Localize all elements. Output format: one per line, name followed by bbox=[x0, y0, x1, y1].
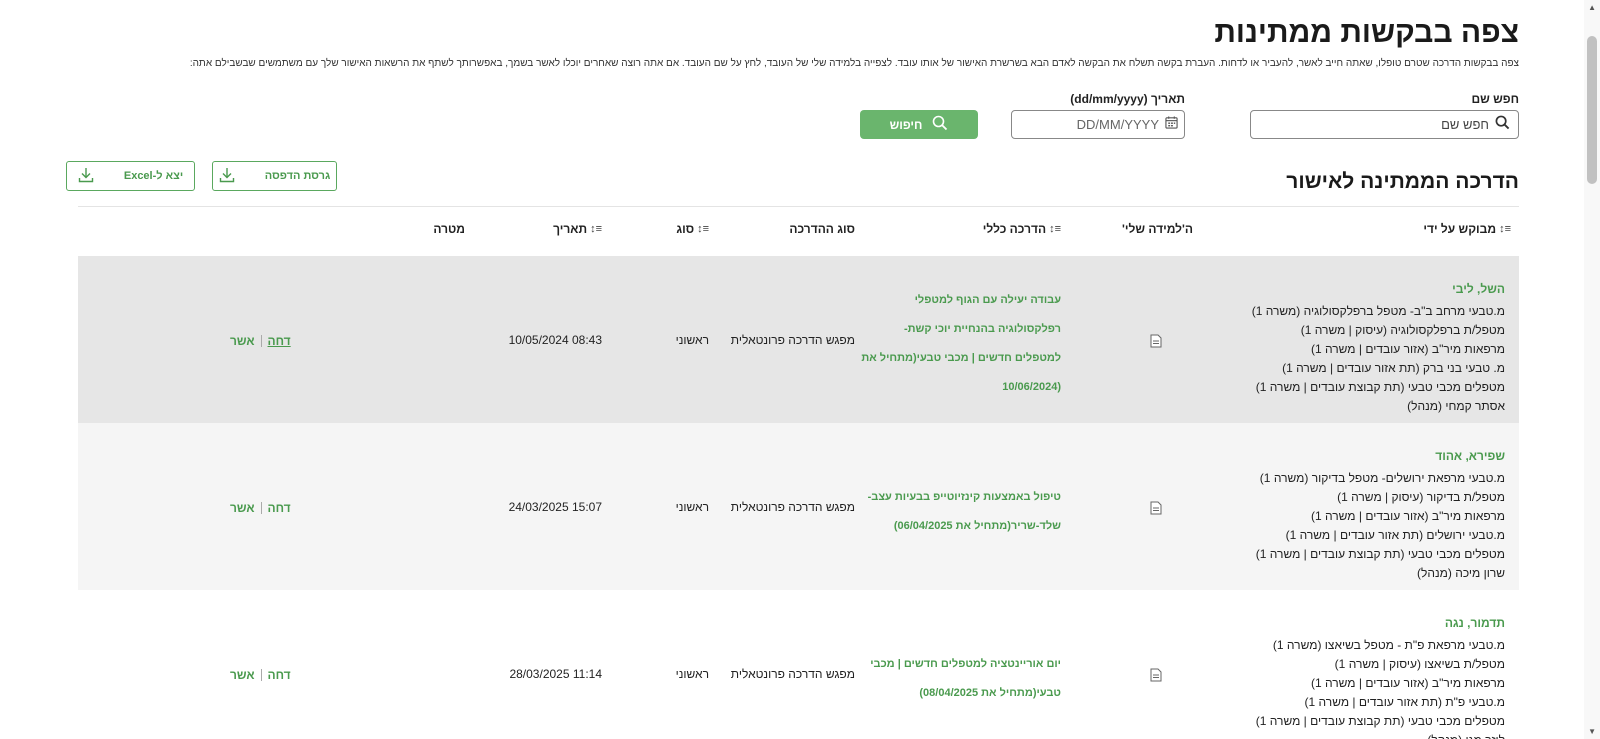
search-icon bbox=[932, 115, 948, 134]
course-link[interactable]: טיפול באמצעות קינזיוטייפ בבעיות עצב- שלד… bbox=[861, 483, 1061, 541]
employee-detail: מרפאות מיר"ב (אזור עובדים | משרה 1) bbox=[1310, 676, 1505, 690]
employee-detail: מרפאות מיר"ב (אזור עובדים | משרה 1) bbox=[1310, 509, 1505, 523]
course-link[interactable]: עבודה יעילה עם הגוף למטפלי רפלקסולוגיה ב… bbox=[861, 286, 1061, 402]
reject-link[interactable]: דחה bbox=[268, 501, 291, 515]
scroll-down-arrow-icon[interactable]: ▼ bbox=[1588, 727, 1596, 736]
employee-detail: מרפאות מיר"ב (אזור עובדים | משרה 1) bbox=[1310, 342, 1505, 356]
course-link[interactable]: יום אוריינטציה למטפלים חדשים | מכבי טבעי… bbox=[861, 650, 1061, 708]
employee-detail: מ.טבעי פ"ת (תת אזור עובדים | משרה 1) bbox=[1304, 695, 1505, 709]
action-divider bbox=[260, 669, 262, 681]
date-filter-label: תאריך (dd/mm/yyyy) bbox=[1070, 92, 1185, 106]
document-icon[interactable] bbox=[1150, 334, 1162, 353]
employee-name-link[interactable]: השל, ליבי bbox=[1245, 280, 1505, 299]
requester-cell: תדמור, נגה מ.טבעי מרפאת פ"ת - מטפל בשיאצ… bbox=[1245, 614, 1505, 739]
search-icon bbox=[1495, 115, 1510, 135]
header-target: מטרה bbox=[433, 222, 465, 236]
date-filter-field[interactable] bbox=[1011, 110, 1185, 139]
row-actions: דחה אשר bbox=[230, 668, 291, 682]
download-icon bbox=[219, 167, 235, 186]
print-version-button[interactable]: גרסת הדפסה bbox=[212, 161, 337, 191]
page-description: צפה בבקשות הדרכה שטרם טופלו, שאתה חייב ל… bbox=[189, 58, 1519, 69]
header-course[interactable]: ≡↕ הדרכה כללי bbox=[983, 222, 1061, 236]
download-icon bbox=[78, 167, 94, 186]
print-button-label: גרסת הדפסה bbox=[264, 170, 331, 182]
date-cell: 08:43 10/05/2024 bbox=[508, 333, 602, 347]
employee-detail: שרון מיכה (מנהל) bbox=[1417, 566, 1505, 580]
vertical-scrollbar[interactable]: ▲ ▼ bbox=[1584, 0, 1600, 739]
search-button-label: חיפוש bbox=[889, 117, 923, 132]
row-actions: דחה אשר bbox=[230, 501, 291, 515]
table-row: השל, ליבי מ.טבעי מרחב ב"ב- מטפל ברפלקסול… bbox=[78, 256, 1519, 423]
table-row: שפירא, אהוד מ.טבעי מרפאת ירושלים- מטפל ב… bbox=[78, 423, 1519, 590]
row-actions: דחה אשר bbox=[230, 334, 291, 348]
reject-link[interactable]: דחה bbox=[268, 334, 291, 348]
header-my-learning: ה'למידה שלי' bbox=[1122, 222, 1193, 236]
calendar-icon[interactable] bbox=[1165, 115, 1178, 134]
training-type-cell: מפגש הדרכה פרונטאלית bbox=[730, 500, 855, 514]
table-row: תדמור, נגה מ.טבעי מרפאת פ"ת - מטפל בשיאצ… bbox=[78, 590, 1519, 739]
action-divider bbox=[260, 502, 262, 514]
kind-cell: ראשוני bbox=[675, 500, 709, 514]
reject-link[interactable]: דחה bbox=[268, 668, 291, 682]
header-training-type: סוג ההדרכה bbox=[789, 222, 855, 236]
sort-filter-icon[interactable]: ≡↕ bbox=[590, 223, 602, 235]
search-button[interactable]: חיפוש bbox=[860, 110, 978, 139]
kind-cell: ראשוני bbox=[675, 333, 709, 347]
document-icon[interactable] bbox=[1150, 668, 1162, 687]
employee-detail: מ. טבעי בני ברק (תת אזור עובדים | משרה 1… bbox=[1282, 361, 1505, 375]
approve-link[interactable]: אשר bbox=[230, 501, 255, 515]
requester-cell: השל, ליבי מ.טבעי מרחב ב"ב- מטפל ברפלקסול… bbox=[1245, 280, 1505, 416]
kind-cell: ראשוני bbox=[675, 667, 709, 681]
sort-filter-icon[interactable]: ≡↕ bbox=[697, 223, 709, 235]
name-search-label: חפש שם bbox=[1471, 92, 1519, 106]
requester-cell: שפירא, אהוד מ.טבעי מרפאת ירושלים- מטפל ב… bbox=[1245, 447, 1505, 583]
employee-detail: מ.טבעי מרפאת פ"ת - מטפל בשיאצו (משרה 1) bbox=[1272, 638, 1505, 652]
export-excel-button[interactable]: יצא ל-Excel bbox=[66, 161, 195, 191]
employee-detail: מטפלים מכבי טבעי (תת קבוצת עובדים | משרה… bbox=[1255, 547, 1505, 561]
approve-link[interactable]: אשר bbox=[230, 668, 255, 682]
scroll-up-arrow-icon[interactable]: ▲ bbox=[1588, 3, 1596, 12]
date-cell: 11:14 28/03/2025 bbox=[509, 667, 602, 681]
document-icon[interactable] bbox=[1150, 501, 1162, 520]
header-kind[interactable]: ≡↕ סוג bbox=[676, 222, 709, 236]
action-divider bbox=[260, 335, 262, 347]
employee-detail: מ.טבעי ירושלים (תת אזור עובדים | משרה 1) bbox=[1285, 528, 1505, 542]
employee-detail: מ.טבעי מרפאת ירושלים- מטפל בדיקור (משרה … bbox=[1259, 471, 1505, 485]
training-type-cell: מפגש הדרכה פרונטאלית bbox=[730, 667, 855, 681]
table-header: ≡↕ מבוקש על ידי ה'למידה שלי' ≡↕ הדרכה כל… bbox=[78, 206, 1519, 256]
date-cell: 15:07 24/03/2025 bbox=[508, 500, 602, 514]
employee-detail: מטפל/ת בדיקור (עיסוק | משרה 1) bbox=[1337, 490, 1505, 504]
approve-link[interactable]: אשר bbox=[230, 334, 255, 348]
date-filter-input[interactable] bbox=[1039, 117, 1159, 132]
name-search-field[interactable] bbox=[1250, 110, 1519, 139]
header-requested-by[interactable]: ≡↕ מבוקש על ידי bbox=[1423, 222, 1511, 236]
excel-button-label: יצא ל-Excel bbox=[123, 170, 184, 182]
employee-detail: מטפלים מכבי טבעי (תת קבוצת עובדים | משרה… bbox=[1255, 380, 1505, 394]
employee-name-link[interactable]: שפירא, אהוד bbox=[1245, 447, 1505, 466]
header-date[interactable]: ≡↕ תאריך bbox=[553, 222, 602, 236]
employee-detail: מטפל/ת ברפלקסולוגיה (עיסוק | משרה 1) bbox=[1300, 323, 1505, 337]
page-title: צפה בבקשות ממתינות bbox=[1214, 16, 1519, 49]
sort-filter-icon[interactable]: ≡↕ bbox=[1499, 223, 1511, 235]
pending-requests-table: ≡↕ מבוקש על ידי ה'למידה שלי' ≡↕ הדרכה כל… bbox=[78, 206, 1519, 739]
training-type-cell: מפגש הדרכה פרונטאלית bbox=[730, 333, 855, 347]
employee-detail: אסתר קמחי (מנהל) bbox=[1407, 399, 1505, 413]
employee-detail: מטפל/ת בשיאצו (עיסוק | משרה 1) bbox=[1334, 657, 1505, 671]
section-title: הדרכה הממתינה לאישור bbox=[1286, 170, 1519, 193]
employee-detail: לוזר מגן (מנהל) bbox=[1245, 731, 1505, 739]
page: צפה בבקשות ממתינות צפה בבקשות הדרכה שטרם… bbox=[66, 0, 1519, 739]
employee-detail: מ.טבעי מרחב ב"ב- מטפל ברפלקסולוגיה (משרה… bbox=[1251, 304, 1505, 318]
scrollbar-thumb[interactable] bbox=[1587, 36, 1597, 184]
sort-filter-icon[interactable]: ≡↕ bbox=[1049, 223, 1061, 235]
employee-detail: מטפלים מכבי טבעי (תת קבוצת עובדים | משרה… bbox=[1255, 714, 1505, 728]
name-search-input[interactable] bbox=[1289, 117, 1489, 132]
employee-name-link[interactable]: תדמור, נגה bbox=[1245, 614, 1505, 633]
